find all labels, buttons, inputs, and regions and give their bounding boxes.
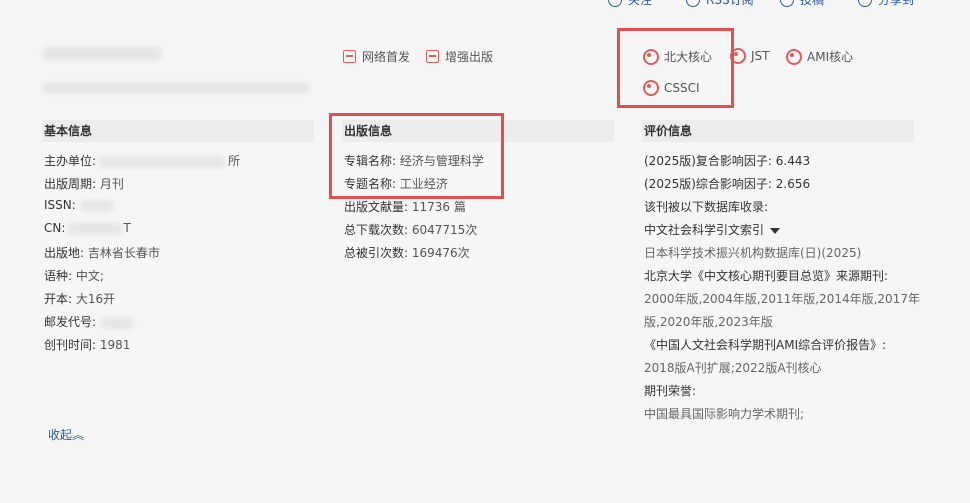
eval-honor-label: 期刊荣誉: — [644, 384, 697, 398]
basic-row-issn: ISSN: — [44, 198, 114, 212]
share-icon — [858, 0, 872, 7]
basic-row-place: 出版地: 吉林省长春市 — [44, 246, 160, 260]
basic-row-format: 开本: 大16开 — [44, 292, 116, 306]
chevron-down-icon — [770, 227, 781, 234]
eval-composite-if: (2025版)复合影响因子: 6.443 — [644, 154, 811, 168]
eval-db-label: 该刊被以下数据库收录: — [644, 200, 769, 214]
basic-row-cn: CN: T — [44, 221, 131, 235]
journal-title-blurred — [42, 47, 162, 61]
basic-row-sponsor: 主办单位: 所 — [44, 154, 241, 168]
follow-link[interactable]: 关注 — [608, 0, 652, 8]
eval-pku-label: 北京大学《中文核心期刊要目总览》来源期刊: — [644, 269, 889, 283]
online-first-icon — [343, 50, 356, 63]
pub-row-citations: 总被引次数: 169476次 — [344, 246, 470, 260]
double-chevron-up-icon: ︽ — [72, 428, 85, 442]
eval-pku-years-1: 2000年版,2004年版,2011年版,2014年版,2017年 — [644, 292, 920, 306]
share-link[interactable]: 分享到 — [858, 0, 914, 8]
core-tags-highlight — [617, 28, 734, 108]
eval-cssci-dropdown[interactable]: 中文社会科学引文索引 — [644, 221, 781, 238]
eval-honor-value: 中国最具国际影响力学术期刊; — [644, 407, 805, 421]
basic-row-postcode: 邮发代号: — [44, 313, 135, 330]
basic-info-header: 基本信息 — [42, 120, 314, 142]
top-action-bar: 关注 RSS订阅 投稿 分享到 — [0, 0, 970, 8]
submit-link[interactable]: 投稿 — [780, 0, 824, 8]
online-first-tag[interactable]: 网络首发 — [343, 48, 410, 65]
publish-info-highlight — [329, 113, 504, 199]
eval-pku-years-2: 版,2020年版,2023年版 — [644, 315, 773, 329]
journal-subtitle-blurred — [42, 82, 310, 94]
eval-ami-label: 《中国人文社会科学期刊AMI综合评价报告》: — [644, 338, 887, 352]
publishing-tags: 网络首发 增强出版 — [343, 48, 493, 65]
basic-row-founded: 创刊时间: 1981 — [44, 338, 131, 352]
medal-icon — [785, 48, 802, 65]
eval-jst-db: 日本科学技术振兴机构数据库(日)(2025) — [644, 246, 862, 260]
basic-row-lang: 语种: 中文; — [44, 269, 104, 283]
enhanced-publish-tag[interactable]: 增强出版 — [426, 48, 493, 65]
core-tag-ami[interactable]: AMI核心 — [785, 48, 853, 65]
enhanced-publish-icon — [426, 50, 440, 63]
eval-ami-values: 2018版A刊扩展;2022版A刊核心 — [644, 361, 822, 375]
pub-row-downloads: 总下载次数: 6047715次 — [344, 223, 478, 237]
basic-row-cycle: 出版周期: 月刊 — [44, 177, 124, 191]
follow-icon — [608, 0, 622, 7]
rss-icon — [686, 0, 700, 7]
collapse-link[interactable]: 收起︽ — [48, 426, 84, 443]
core-tag-jst[interactable]: JST — [729, 48, 770, 64]
eval-info-header: 评价信息 — [642, 120, 914, 142]
pub-row-count: 出版文献量: 11736 篇 — [344, 200, 466, 214]
rss-link[interactable]: RSS订阅 — [686, 0, 754, 8]
submit-icon — [780, 0, 794, 7]
eval-comprehensive-if: (2025版)综合影响因子: 2.656 — [644, 177, 811, 191]
